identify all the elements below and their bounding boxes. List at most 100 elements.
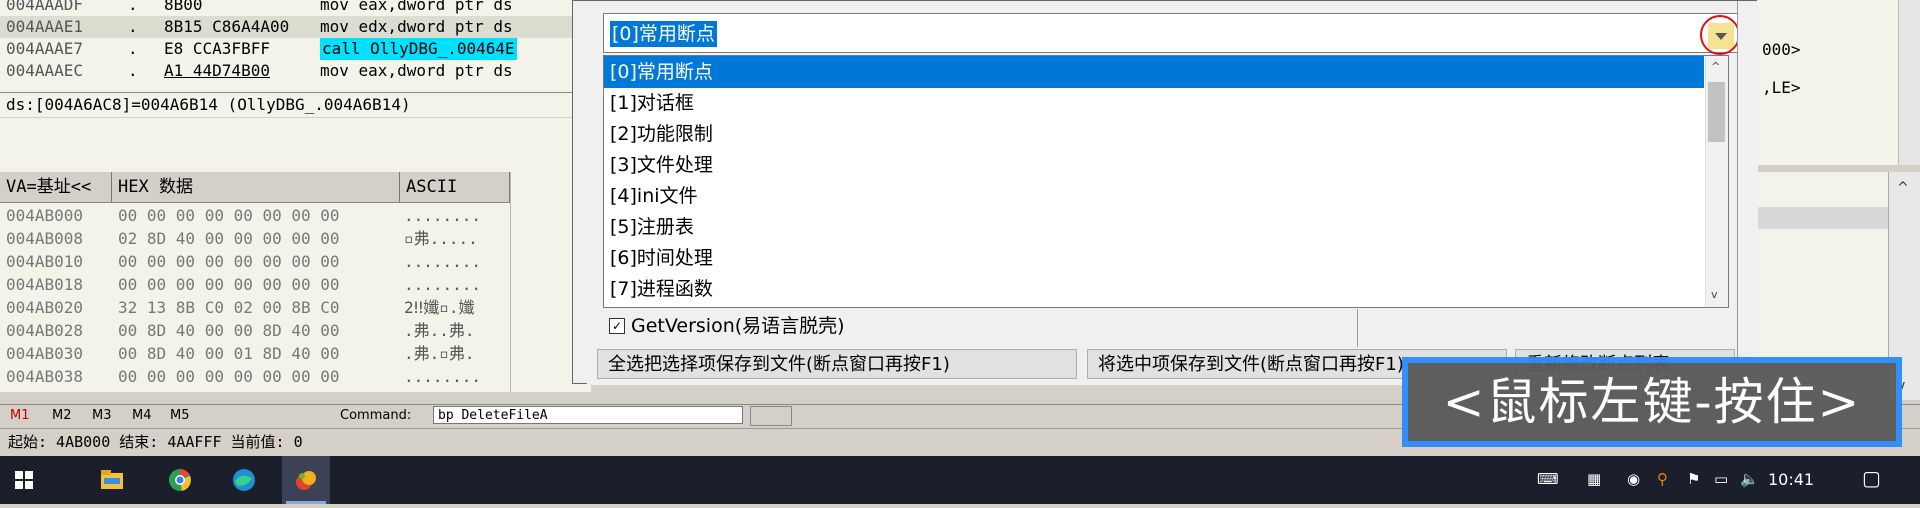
windows-start-icon[interactable] [0, 456, 48, 504]
dump-ascii: ........ [404, 275, 482, 294]
dump-hex: 00 00 00 00 00 00 00 00 [118, 275, 340, 294]
ollydbg-icon[interactable] [282, 456, 330, 504]
dump-ascii: .弗.▫弗. [404, 344, 475, 363]
dump-ascii: 2‼孅▫.孅 [404, 298, 475, 317]
keyboard-icon[interactable]: ⌨ [1537, 470, 1559, 488]
registers-pane: 000> ,LE> [1755, 0, 1920, 165]
dump-address: 004AB008 [6, 229, 84, 248]
disasm-address: 004AAADF [6, 0, 84, 14]
stack-selected-row[interactable] [1755, 207, 1888, 229]
disasm-dot: . [128, 17, 138, 36]
dropdown-option[interactable]: [1]对话框 [604, 87, 1704, 119]
register-fragment: 000> [1762, 40, 1801, 59]
dump-header-ascii[interactable]: ASCII [400, 172, 510, 202]
dump-ascii: ........ [404, 367, 482, 386]
disassembly-pane: 004AAADF . 8B00 mov eax,dword ptr ds 004… [0, 0, 580, 93]
tab-m3[interactable]: M3 [92, 405, 112, 427]
dropdown-option[interactable]: [4]ini文件 [604, 180, 1704, 212]
scroll-up-icon[interactable]: ^ [1711, 60, 1720, 73]
disasm-address: 004AAAEC [6, 61, 84, 80]
monitor-icon[interactable]: ▭ [1714, 470, 1728, 488]
dropdown-option[interactable]: [6]时间处理 [604, 242, 1704, 274]
dialog-body: [0]常用断点 [0]常用断点 [1]对话框 [2]功能限制 [3]文件处理 [… [587, 1, 1747, 385]
tab-m1[interactable]: M1 [10, 405, 30, 427]
disasm-hex: 8B15 C86A4A00 [164, 17, 290, 36]
dump-header-hex[interactable]: HEX 数据 [112, 172, 400, 202]
mouse-hint-overlay: <鼠标左键-按住> [1402, 357, 1902, 447]
dump-ascii: ▫弗..... [404, 229, 478, 248]
disasm-hex: E8 CCA3FBFF [164, 39, 270, 58]
memory-dump-pane: VA=基址<< HEX 数据 ASCII 004AB000 00 00 00 00… [0, 172, 591, 392]
dump-ascii: ........ [404, 206, 482, 225]
dump-address: 004AB000 [6, 206, 84, 225]
checkbox[interactable]: ✓ [609, 318, 625, 334]
command-label: Command: [340, 408, 412, 423]
dropdown-option[interactable]: [0]常用断点 [604, 56, 1704, 88]
dump-address: 004AB020 [6, 298, 84, 317]
disasm-instruction: mov eax,dword ptr ds [320, 0, 513, 14]
divider [1357, 309, 1358, 347]
dump-address: 004AB038 [6, 367, 84, 386]
disasm-dot: . [128, 0, 138, 14]
tab-m2[interactable]: M2 [52, 405, 72, 427]
dump-header-va[interactable]: VA=基址<< [0, 172, 112, 202]
dump-ascii: .弗..弗. [404, 321, 475, 340]
command-dropdown-button[interactable] [750, 406, 792, 426]
dropdown-option[interactable]: [3]文件处理 [604, 149, 1704, 181]
disasm-hex: A1 44D74B00 [164, 61, 270, 80]
dropdown-button[interactable] [1700, 15, 1740, 55]
taskbar: ⌨ ▦ ◉ ⚲ ⚑ ▭ 🔈 10:41 ▢ [0, 456, 1920, 504]
dialog-edge [1737, 1, 1758, 385]
edge-icon[interactable] [220, 456, 268, 504]
breakpoint-category-select[interactable]: [0]常用断点 [603, 13, 1745, 55]
app-tray-icon[interactable]: ▦ [1587, 470, 1601, 488]
chrome-icon[interactable] [156, 456, 204, 504]
dump-ascii: ........ [404, 252, 482, 271]
breakpoint-dialog: [0]常用断点 [0]常用断点 [1]对话框 [2]功能限制 [3]文件处理 [… [572, 0, 1758, 385]
disasm-row[interactable]: 004AAADF . 8B00 mov eax,dword ptr ds [0, 0, 580, 16]
file-explorer-icon[interactable] [88, 456, 136, 504]
disasm-call-instruction: call OllyDBG_.00464E [320, 38, 517, 60]
registers-gap [0, 118, 580, 172]
tab-m5[interactable]: M5 [170, 405, 190, 427]
clock[interactable]: 10:41 [1768, 456, 1814, 504]
notification-icon[interactable]: ⚑ [1687, 470, 1700, 488]
dump-address: 004AB010 [6, 252, 84, 271]
dropdown-option[interactable]: [7]进程函数 [604, 273, 1704, 305]
dump-hex: 00 00 00 00 00 00 00 00 [118, 367, 340, 386]
dump-hex: 00 8D 40 00 00 8D 40 00 [118, 321, 340, 340]
disasm-address: 004AAAE7 [6, 39, 84, 58]
action-center-icon[interactable]: ▢ [1862, 466, 1881, 490]
dump-header: VA=基址<< HEX 数据 ASCII [0, 172, 510, 203]
dump-hex: 00 8D 40 00 01 8D 40 00 [118, 344, 340, 363]
disasm-row[interactable]: 004AAAEC . A1 44D74B00 mov eax,dword ptr… [0, 60, 580, 82]
dropdown-option[interactable]: [5]注册表 [604, 211, 1704, 243]
disasm-row[interactable]: 004AAAE7 . E8 CCA3FBFF call OllyDBG_.004… [0, 38, 580, 60]
disasm-instruction: mov eax,dword ptr ds [320, 61, 513, 80]
options-scrollbar[interactable]: ^ v [1705, 56, 1728, 307]
select-value: [0]常用断点 [610, 21, 717, 47]
dump-hex: 32 13 8B C0 02 00 8B C0 [118, 298, 340, 317]
checkbox-label: GetVersion(易语言脱壳) [631, 315, 845, 337]
registers-scrollbar[interactable] [1898, 0, 1920, 165]
tab-m4[interactable]: M4 [132, 405, 152, 427]
dump-hex: 02 8D 40 00 00 00 00 00 [118, 229, 340, 248]
search-tray-icon[interactable]: ⚲ [1657, 470, 1668, 488]
scrollbar-thumb[interactable] [1708, 82, 1725, 142]
dump-hex: 00 00 00 00 00 00 00 00 [118, 206, 340, 225]
dropdown-option[interactable]: [2]功能限制 [604, 118, 1704, 150]
scroll-up-icon[interactable]: ^ [1897, 180, 1909, 196]
dump-address: 004AB030 [6, 344, 84, 363]
save-all-to-file-button[interactable]: 全选把选择项保存到文件(断点窗口再按F1) [597, 349, 1077, 379]
breakpoint-item[interactable]: ✓ GetVersion(易语言脱壳) [603, 311, 1363, 341]
dump-hex: 00 00 00 00 00 00 00 00 [118, 252, 340, 271]
mouse-hint-text: <鼠标左键-按住> [1442, 373, 1862, 431]
scroll-down-icon[interactable]: v [1711, 288, 1718, 301]
network-globe-icon[interactable]: ◉ [1627, 470, 1640, 488]
volume-icon[interactable]: 🔈 [1740, 470, 1759, 488]
dropdown-options-list[interactable]: [0]常用断点 [1]对话框 [2]功能限制 [3]文件处理 [4]ini文件 … [603, 55, 1729, 308]
info-text: ds:[004A6AC8]=004A6B14 (OllyDBG_.004A6B1… [6, 95, 411, 114]
disasm-row-selected[interactable]: 004AAAE1 . 8B15 C86A4A00 mov edx,dword p… [0, 16, 580, 38]
command-input[interactable]: bp DeleteFileA [433, 406, 743, 424]
disasm-hex: 8B00 [164, 0, 203, 14]
